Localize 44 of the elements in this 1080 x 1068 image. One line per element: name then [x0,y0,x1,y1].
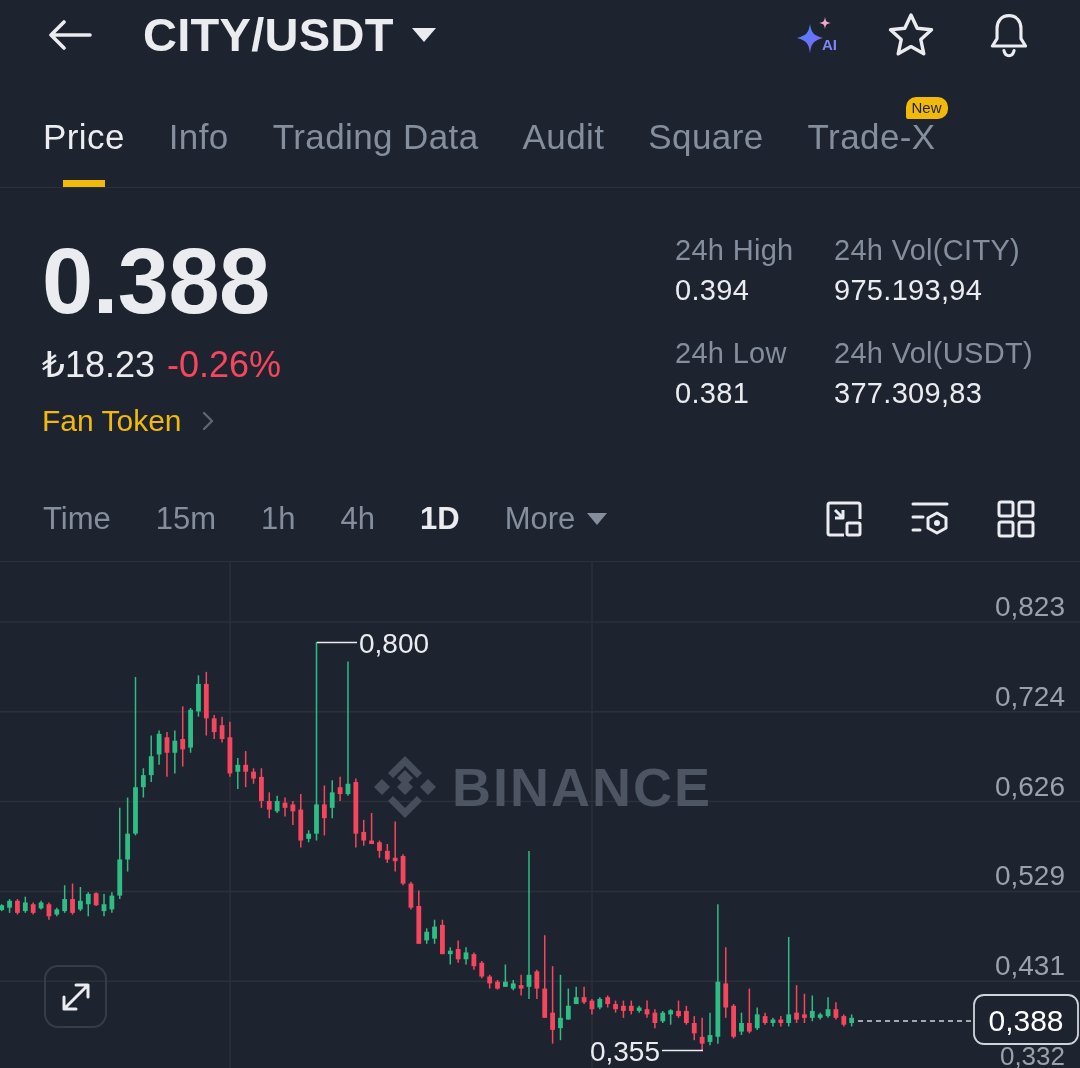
stat-label: 24h Low [675,336,788,371]
y-axis-label: 0,529 [994,860,1065,892]
square-arrow-icon[interactable] [825,499,863,538]
interval-option[interactable]: 1h [261,500,296,537]
star-icon[interactable] [887,12,935,58]
interval-option[interactable]: 1D [420,500,460,537]
y-axis-label: 0,431 [994,950,1065,982]
tab[interactable]: Info [168,95,229,187]
tab[interactable]: Square [648,95,764,187]
pair-title[interactable]: CITY/USDT [143,7,394,63]
interval-dropdown[interactable]: More [504,500,608,537]
grid-icon[interactable] [997,499,1035,538]
low-price-label: 0,355 [589,1036,660,1067]
high-price-label: 0,800 [359,628,430,659]
interval-option[interactable]: 4h [340,500,376,537]
leader-line [316,641,358,644]
stat-value: 975.193,94 [834,273,984,308]
caret-down-icon[interactable] [411,28,436,42]
stat-value: 0.381 [675,376,751,411]
y-axis-label: 0,626 [994,770,1065,802]
fullscreen-button[interactable] [44,965,107,1028]
leader-line [661,1049,704,1052]
caret-down-icon [587,512,608,525]
local-currency-price: ₺18.23 [42,345,155,385]
interval-option[interactable]: Time [43,500,111,537]
chevron-right-icon [201,411,214,431]
ai-assistant-button[interactable]: AI [794,16,837,54]
diamond-logo-icon [374,756,436,818]
category-link[interactable]: Fan Token [42,403,214,439]
stat-value: 0.394 [675,273,751,308]
tab[interactable]: Trading Data [272,95,479,187]
back-arrow-icon[interactable] [48,20,92,50]
tab[interactable]: Audit [522,95,605,187]
stat-value: 377.309,83 [834,376,984,411]
stat-label: 24h Vol(CITY) [834,233,1022,268]
price-change: -0.26% [167,345,282,385]
new-badge: New [905,97,948,119]
last-price: 0.388 [42,235,270,327]
last-price-tag: 0,388 [973,994,1079,1045]
interval-option[interactable]: 15m [155,500,217,537]
y-axis-label: 0,724 [994,680,1065,712]
y-axis-label: 0,823 [994,591,1065,622]
stat-label: 24h Vol(USDT) [834,336,1033,371]
stat-label: 24h High [675,233,795,268]
